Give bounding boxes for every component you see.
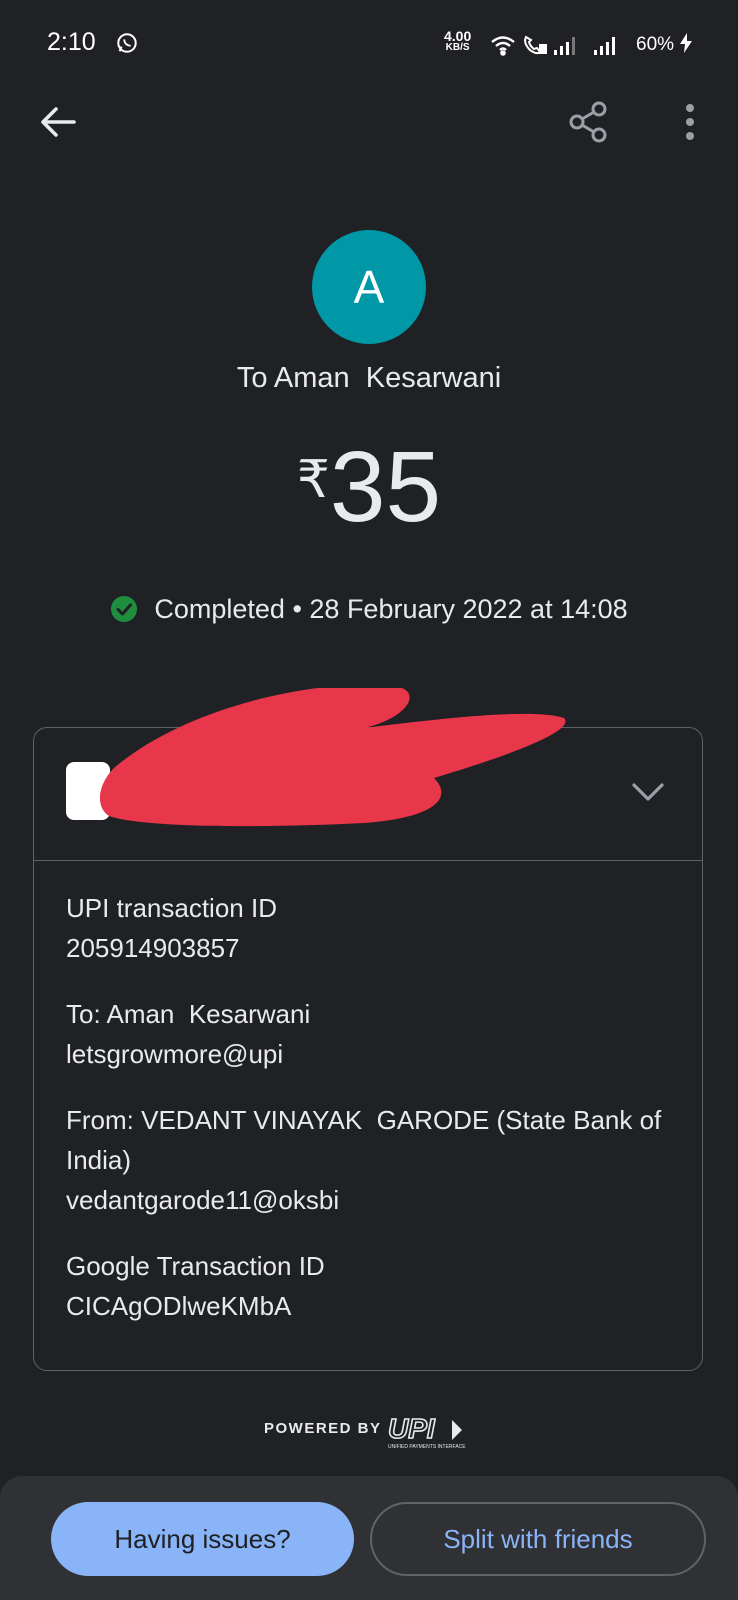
split-with-friends-button[interactable]: Split with friends	[370, 1502, 706, 1576]
detail-to: To: Aman Kesarwani letsgrowmore@upi	[66, 994, 666, 1074]
signal-icon	[554, 37, 575, 55]
payee-name: To Aman Kesarwani	[236, 362, 502, 394]
transaction-datetime: 28 February 2022 at 14:08	[309, 594, 628, 624]
signal-icon	[594, 37, 615, 55]
transaction-details-card: UPI transaction ID 205914903857 To: Aman…	[33, 688, 703, 1371]
chevron-down-icon[interactable]	[628, 772, 668, 812]
detail-google-transaction-id: Google Transaction ID CICAgODlweKMbA	[66, 1246, 666, 1326]
wifi-icon	[491, 36, 515, 56]
avatar: A	[312, 230, 426, 344]
detail-label: UPI transaction ID	[66, 893, 277, 923]
amount: ₹35	[0, 430, 738, 545]
powered-by-label: POWERED BY	[264, 1420, 382, 1437]
detail-value: CICAgODlweKMbA	[66, 1291, 292, 1321]
detail-upi-transaction-id: UPI transaction ID 205914903857	[66, 888, 666, 968]
detail-label: Google Transaction ID	[66, 1251, 325, 1281]
more-options-icon[interactable]	[670, 100, 710, 144]
charging-icon	[680, 33, 693, 53]
upi-logo-text: UPI	[388, 1413, 436, 1444]
status-time: 2:10	[47, 28, 96, 56]
detail-value: letsgrowmore@upi	[66, 1039, 284, 1069]
detail-value: vedantgarode11@oksbi	[66, 1185, 340, 1215]
detail-label: To: Aman Kesarwani	[66, 999, 311, 1029]
share-icon[interactable]	[568, 100, 612, 144]
upi-logo-subtext: UNIFIED PAYMENTS INTERFACE	[388, 1444, 466, 1450]
back-arrow-icon[interactable]	[36, 100, 80, 144]
status-icons	[491, 35, 615, 56]
bank-account-row[interactable]	[34, 688, 702, 861]
check-circle-icon	[111, 596, 138, 622]
details-list: UPI transaction ID 205914903857 To: Aman…	[66, 888, 666, 1352]
upi-logo: UPI UNIFIED PAYMENTS INTERFACE	[387, 1412, 466, 1450]
detail-label: From: VEDANT VINAYAK GARODE (State Bank …	[66, 1105, 669, 1175]
network-speed: 4.00 KB/S	[444, 28, 472, 53]
transaction-status: Completed • 28 February 2022 at 14:08	[0, 594, 738, 625]
whatsapp-icon	[117, 33, 137, 53]
redaction-scribble	[100, 688, 566, 827]
detail-from: From: VEDANT VINAYAK GARODE (State Bank …	[66, 1100, 666, 1220]
having-issues-button[interactable]: Having issues?	[51, 1502, 354, 1576]
status-text: Completed	[154, 594, 285, 624]
separator: •	[292, 594, 302, 624]
battery-percent: 60%	[636, 33, 693, 56]
currency-symbol: ₹	[296, 451, 330, 509]
amount-value: 35	[329, 431, 442, 543]
detail-value: 205914903857	[66, 933, 240, 963]
volte-call-icon	[524, 35, 547, 55]
